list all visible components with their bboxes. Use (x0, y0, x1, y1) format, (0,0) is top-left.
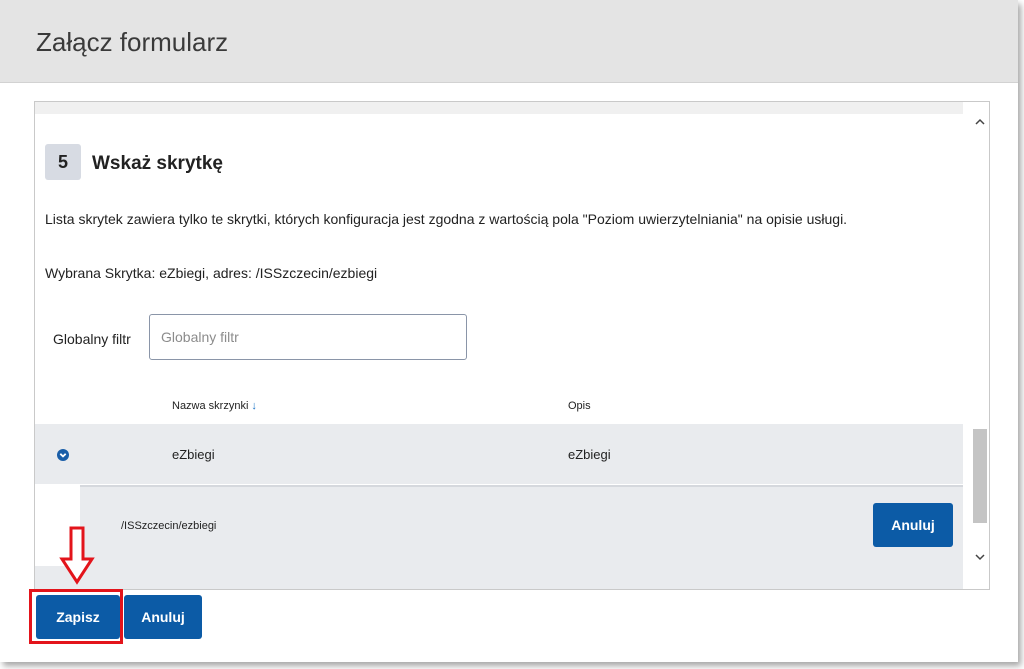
global-filter-label: Globalny filtr (53, 331, 131, 347)
step-title: Wskaż skrytkę (92, 153, 223, 174)
column-header-name[interactable]: Nazwa skrzynki ↓ (172, 400, 257, 412)
dialog-header: Załącz formularz (0, 0, 1018, 83)
selected-mailbox-text: Wybrana Skrytka: eZbiegi, adres: /ISSzcz… (45, 265, 378, 281)
cancel-button[interactable]: Anuluj (124, 595, 202, 639)
table-row-partial (35, 566, 963, 589)
column-header-name-label: Nazwa skrzynki (172, 400, 249, 412)
chevron-down-icon[interactable] (57, 449, 69, 461)
vertical-scrollbar[interactable] (971, 102, 989, 589)
panel-content: 5 Wskaż skrytkę Lista skrytek zawiera ty… (35, 102, 963, 589)
row-mailbox-description: eZbiegi (568, 447, 611, 462)
dialog-title: Załącz formularz (36, 27, 229, 57)
detail-cancel-button[interactable]: Anuluj (873, 503, 953, 547)
previous-section-edge (35, 102, 963, 114)
column-header-description[interactable]: Opis (568, 400, 591, 412)
scrollbar-thumb[interactable] (973, 429, 987, 523)
highlight-box (29, 589, 123, 644)
chevron-down-icon[interactable] (974, 551, 986, 563)
pointer-arrow-icon (59, 526, 95, 585)
arrow-down-icon: ↓ (251, 400, 257, 412)
chevron-up-icon[interactable] (974, 116, 986, 128)
global-filter-input[interactable] (149, 314, 467, 360)
row-detail-address: /ISSzczecin/ezbiegi (121, 520, 217, 532)
scroll-panel: 5 Wskaż skrytkę Lista skrytek zawiera ty… (34, 101, 990, 590)
step-number-badge: 5 (45, 144, 81, 180)
attach-form-dialog: Załącz formularz 5 Wskaż skrytkę Lista s… (0, 0, 1018, 662)
step-description: Lista skrytek zawiera tylko te skrytki, … (45, 211, 848, 227)
row-mailbox-name: eZbiegi (172, 447, 215, 462)
